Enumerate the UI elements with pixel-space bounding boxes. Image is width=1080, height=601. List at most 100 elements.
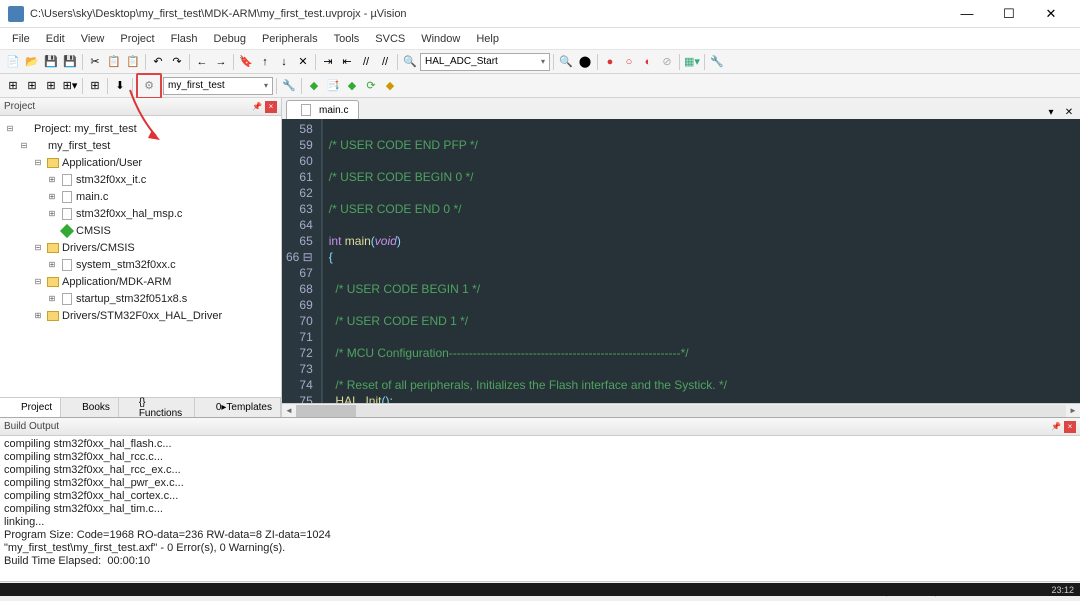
tree-group-1[interactable]: ⊟Drivers/CMSIS (2, 239, 279, 256)
download-icon[interactable]: ⬇ (111, 77, 129, 95)
maximize-button[interactable]: ☐ (988, 1, 1030, 27)
tree-group-2[interactable]: ⊟Application/MDK-ARM (2, 273, 279, 290)
panel-pin-icon[interactable]: 📌 (1050, 421, 1062, 433)
tree-target[interactable]: ⊟my_first_test (2, 137, 279, 154)
config-icon[interactable]: 🔧 (708, 53, 726, 71)
open-icon[interactable]: 📂 (23, 53, 41, 71)
save-all-icon[interactable]: 💾 (61, 53, 79, 71)
tab-dropdown-icon[interactable]: ▾ (1044, 105, 1058, 119)
options-icon[interactable]: ⚙ (140, 77, 158, 95)
panel-pin-icon[interactable]: 📌 (251, 101, 263, 113)
outdent-icon[interactable]: ⇤ (338, 53, 356, 71)
tree-toggle-icon[interactable]: ⊟ (32, 158, 44, 167)
scroll-right-icon[interactable]: ► (1066, 406, 1080, 415)
close-button[interactable]: ✕ (1030, 1, 1072, 27)
cut-icon[interactable]: ✂ (86, 53, 104, 71)
minimize-button[interactable]: — (946, 1, 988, 27)
project-tab-0[interactable]: Project (0, 398, 61, 417)
menu-svcs[interactable]: SVCS (367, 31, 413, 47)
stop-icon[interactable]: ● (601, 53, 619, 71)
tree-root[interactable]: ⊟Project: my_first_test (2, 120, 279, 137)
batch-icon[interactable]: ⊞▾ (61, 77, 79, 95)
menu-debug[interactable]: Debug (206, 31, 254, 47)
save-icon[interactable]: 💾 (42, 53, 60, 71)
stop4-icon[interactable]: ⊘ (658, 53, 676, 71)
nav-fwd-icon[interactable]: → (212, 53, 230, 71)
project-tab-2[interactable]: {} Functions (119, 398, 195, 417)
tree-group-0[interactable]: ⊟Application/User (2, 154, 279, 171)
scroll-left-icon[interactable]: ◄ (282, 406, 296, 415)
scroll-track[interactable] (296, 405, 1066, 417)
manage4-icon[interactable]: ◆ (381, 77, 399, 95)
paste-icon[interactable]: 📋 (124, 53, 142, 71)
undo-icon[interactable]: ↶ (149, 53, 167, 71)
uncomment-icon[interactable]: // (376, 53, 394, 71)
target-options-highlighted[interactable]: ⚙ (136, 73, 162, 99)
debug-icon[interactable]: 🔍 (557, 53, 575, 71)
project-tab-3[interactable]: 0▸Templates (195, 398, 281, 417)
tree-toggle-icon[interactable]: ⊟ (18, 141, 30, 150)
menu-window[interactable]: Window (413, 31, 468, 47)
tree-toggle-icon[interactable]: ⊞ (32, 311, 44, 320)
bookmark-clear-icon[interactable]: ✕ (294, 53, 312, 71)
tree-toggle-icon[interactable]: ⊞ (46, 175, 58, 184)
tree-toggle-icon[interactable]: ⊞ (46, 209, 58, 218)
tab-close-icon[interactable]: ✕ (1062, 105, 1076, 119)
panel-close-icon[interactable]: × (1064, 421, 1076, 433)
target-combo[interactable]: my_first_test (163, 77, 273, 95)
taskbar[interactable]: 23:12 (0, 583, 1080, 596)
menu-edit[interactable]: Edit (38, 31, 73, 47)
editor-tab-main[interactable]: main.c (286, 100, 359, 119)
manage2-icon[interactable]: ◆ (343, 77, 361, 95)
manage-icon[interactable]: ◆ (305, 77, 323, 95)
code-lines[interactable]: /* USER CODE END PFP *//* USER CODE BEGI… (323, 119, 1080, 403)
tree-cmsis[interactable]: CMSIS (2, 222, 279, 239)
stop2-icon[interactable]: ○ (620, 53, 638, 71)
tree-file-1-0[interactable]: ⊞system_stm32f0xx.c (2, 256, 279, 273)
code-editor[interactable]: 585960616263646566 ⊟67686970717273747576… (282, 119, 1080, 403)
menu-flash[interactable]: Flash (163, 31, 206, 47)
tree-toggle-icon[interactable]: ⊞ (46, 260, 58, 269)
new-icon[interactable]: 📄 (4, 53, 22, 71)
copy-icon[interactable]: 📋 (105, 53, 123, 71)
build-icon[interactable]: ⊞ (23, 77, 41, 95)
file-ext-icon[interactable]: 📑 (324, 77, 342, 95)
tree-file-2-0[interactable]: ⊞startup_stm32f051x8.s (2, 290, 279, 307)
redo-icon[interactable]: ↷ (168, 53, 186, 71)
menu-view[interactable]: View (73, 31, 113, 47)
tree-toggle-icon[interactable]: ⊟ (32, 277, 44, 286)
menu-help[interactable]: Help (468, 31, 507, 47)
tree-file-0-1[interactable]: ⊞main.c (2, 188, 279, 205)
breakpoint-icon[interactable]: ⬤ (576, 53, 594, 71)
indent-icon[interactable]: ⇥ (319, 53, 337, 71)
tree-toggle-icon[interactable]: ⊟ (4, 124, 16, 133)
tree-group-3[interactable]: ⊞Drivers/STM32F0xx_HAL_Driver (2, 307, 279, 324)
tree-file-0-2[interactable]: ⊞stm32f0xx_hal_msp.c (2, 205, 279, 222)
find-combo[interactable]: HAL_ADC_Start (420, 53, 550, 71)
stop3-icon[interactable]: ◐ (639, 53, 657, 71)
bookmark-icon[interactable]: 🔖 (237, 53, 255, 71)
build-output[interactable]: compiling stm32f0xx_hal_flash.c...compil… (0, 436, 1080, 581)
nav-back-icon[interactable]: ← (193, 53, 211, 71)
find-icon[interactable]: 🔍 (401, 53, 419, 71)
tree-toggle-icon[interactable]: ⊞ (46, 192, 58, 201)
window-icon[interactable]: ▦▾ (683, 53, 701, 71)
project-tab-1[interactable]: Books (61, 398, 119, 417)
comment-icon[interactable]: // (357, 53, 375, 71)
menu-tools[interactable]: Tools (326, 31, 368, 47)
tree-toggle-icon[interactable]: ⊟ (32, 243, 44, 252)
bookmark-next-icon[interactable]: ↓ (275, 53, 293, 71)
editor-hscroll[interactable]: ◄ ► (282, 403, 1080, 417)
menu-peripherals[interactable]: Peripherals (254, 31, 326, 47)
rebuild-icon[interactable]: ⊞ (42, 77, 60, 95)
menu-file[interactable]: File (4, 31, 38, 47)
manage3-icon[interactable]: ⟳ (362, 77, 380, 95)
stop-build-icon[interactable]: ⊞ (86, 77, 104, 95)
options2-icon[interactable]: 🔧 (280, 77, 298, 95)
menu-project[interactable]: Project (112, 31, 162, 47)
bookmark-prev-icon[interactable]: ↑ (256, 53, 274, 71)
tree-file-0-0[interactable]: ⊞stm32f0xx_it.c (2, 171, 279, 188)
translate-icon[interactable]: ⊞ (4, 77, 22, 95)
project-tree[interactable]: ⊟Project: my_first_test⊟my_first_test⊟Ap… (0, 116, 281, 397)
panel-close-icon[interactable]: × (265, 101, 277, 113)
